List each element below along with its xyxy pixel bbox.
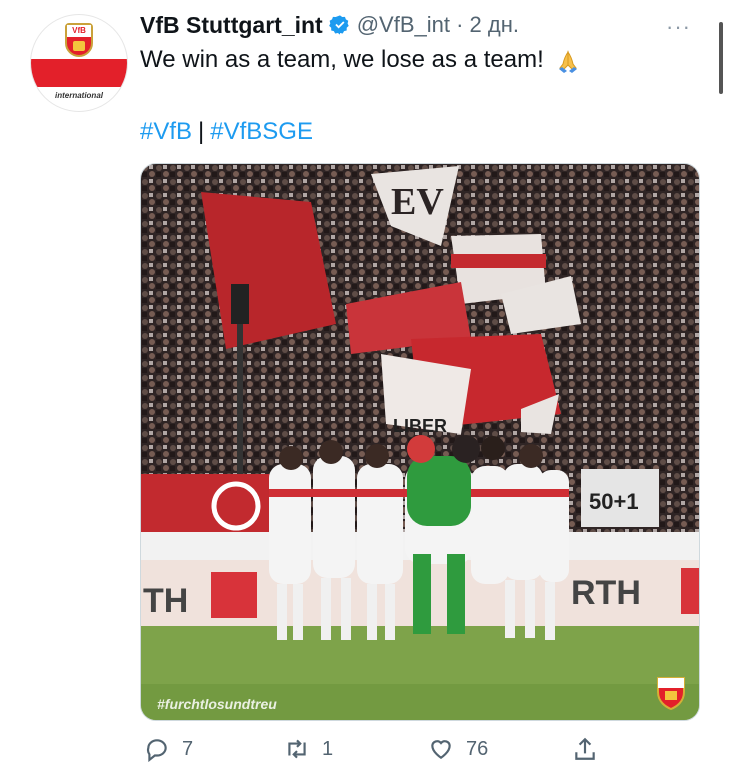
vfb-crest-icon: VfB (65, 23, 93, 57)
crest-antlers (73, 41, 85, 51)
reply-button[interactable]: 7 (144, 736, 193, 762)
photo-caption: #furchtlosundtreu (157, 696, 277, 712)
folded-hands-emoji (558, 50, 577, 73)
like-count: 76 (466, 737, 489, 760)
avatar-red-band (31, 59, 127, 87)
verified-icon (328, 15, 349, 35)
like-icon (431, 740, 451, 759)
avatar[interactable]: VfB international (30, 14, 128, 112)
crest-text: VfB (67, 25, 91, 37)
share-icon (575, 737, 595, 760)
vfb-logo-icon (657, 677, 685, 710)
retweet-button[interactable]: 1 (284, 736, 333, 762)
tweet-body: We win as a team, we lose as a team! (140, 46, 544, 73)
flag-text: LIBER (393, 416, 447, 436)
more-icon[interactable]: ··· (666, 14, 691, 40)
retweet-icon (288, 739, 306, 759)
hashtag-vfbsge[interactable]: #VfBSGE (210, 118, 313, 145)
tweet-text: We win as a team, we lose as a team! (140, 46, 582, 74)
stadium-photo: EV LIBER 50+1 TH RTH (141, 164, 699, 720)
avatar-subtext: international (54, 91, 103, 100)
banner-right-text: RTH (571, 574, 641, 612)
scrollbar[interactable] (719, 22, 723, 94)
hashtag-vfb[interactable]: #VfB (140, 118, 192, 145)
tweet-photo[interactable]: EV LIBER 50+1 TH RTH #furchtlosundtreu (140, 163, 700, 721)
tweet-header: VfB Stuttgart_int @VfB_int · 2 дн. (140, 10, 519, 40)
reply-icon (146, 739, 167, 762)
handle-and-time[interactable]: @VfB_int · 2 дн. (357, 12, 519, 38)
banner-left-text: TH (143, 582, 188, 620)
like-button[interactable]: 76 (428, 736, 488, 762)
display-name[interactable]: VfB Stuttgart_int (140, 12, 323, 39)
sign-text: 50+1 (589, 489, 639, 514)
hashtag-separator: | (198, 118, 205, 145)
share-button[interactable] (572, 736, 598, 762)
retweet-count: 1 (322, 737, 334, 760)
hashtags: #VfB | #VfBSGE (140, 118, 313, 146)
reply-count: 7 (182, 737, 194, 760)
svg-text:EV: EV (391, 181, 444, 223)
tweet-actions: 7 1 76 (140, 736, 620, 766)
